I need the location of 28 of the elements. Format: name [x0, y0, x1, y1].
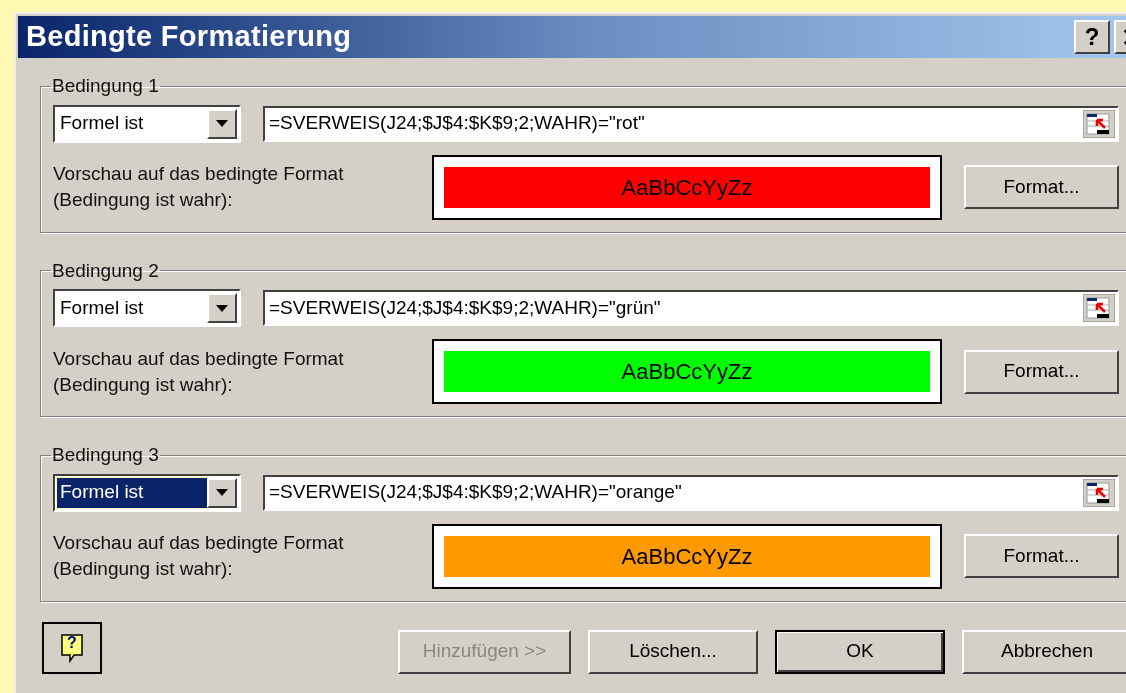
preview-label: Vorschau auf das bedingte Format (Bedingung ist wahr): [53, 346, 345, 397]
group-label: Bedingung 3 [51, 443, 160, 467]
dialog-button[interactable]: Abbrechen [962, 629, 1126, 674]
help-title-button[interactable]: ? [1074, 20, 1110, 54]
preview-sample: AaBbCcYyZz [444, 351, 930, 392]
collapse-dialog-icon[interactable] [1083, 294, 1115, 322]
format-button[interactable]: Format... [964, 534, 1119, 578]
preview-label: Vorschau auf das bedingte Format (Bedingung ist wahr): [53, 531, 345, 581]
preview-sample: AaBbCcYyZz [444, 166, 930, 208]
collapse-dialog-icon[interactable] [1083, 109, 1115, 138]
dialog-button[interactable]: OK [775, 629, 945, 674]
group-label: Bedingung 1 [51, 74, 160, 98]
help-button[interactable]: ? [42, 621, 102, 674]
formula-field[interactable]: =SVERWEIS(J24;$J$4:$K$9;2;WAHR)="grün" [263, 290, 1119, 326]
format-button[interactable]: Format... [964, 349, 1119, 394]
operator-dropdown[interactable]: Formel ist [53, 104, 241, 143]
format-button[interactable]: Format... [964, 165, 1119, 209]
group-label: Bedingung 2 [51, 258, 160, 283]
formula-field[interactable]: =SVERWEIS(J24;$J$4:$K$9;2;WAHR)="rot" [263, 105, 1119, 142]
dialog-button[interactable]: Löschen... [588, 629, 758, 674]
operator-dropdown[interactable]: Formel ist [53, 289, 241, 327]
collapse-dialog-icon[interactable] [1083, 478, 1115, 507]
preview-sample: AaBbCcYyZz [444, 535, 930, 577]
window-title: Bedingte Formatierung [26, 19, 353, 55]
formula-field[interactable]: =SVERWEIS(J24;$J$4:$K$9;2;WAHR)="orange" [263, 474, 1119, 511]
operator-dropdown[interactable]: Formel ist [53, 473, 241, 512]
speech-bubble-icon [60, 632, 84, 663]
preview-label: Vorschau auf das bedingte Format (Bedingung ist wahr): [53, 162, 345, 212]
